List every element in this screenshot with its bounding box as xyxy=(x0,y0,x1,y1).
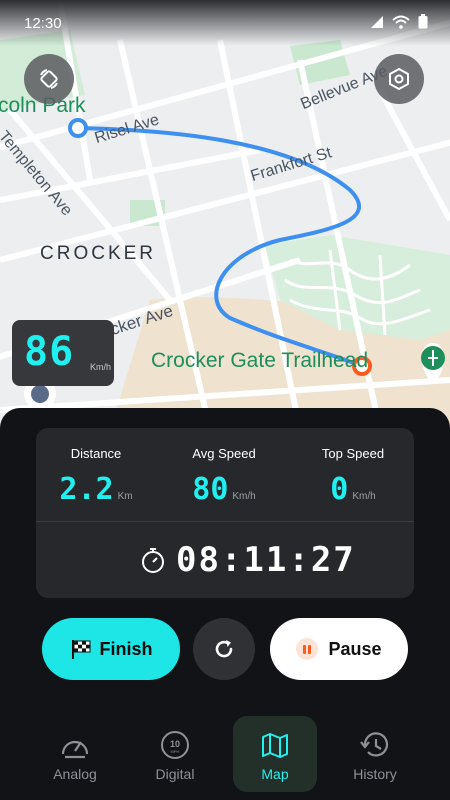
route-start-marker xyxy=(68,118,88,138)
svg-text:MPH: MPH xyxy=(171,749,180,754)
bottom-navigation: Analog 10 MPH Digital Map History xyxy=(0,712,450,800)
nav-item-analog[interactable]: Analog xyxy=(33,716,117,792)
stats-divider xyxy=(36,521,414,522)
nav-item-digital[interactable]: 10 MPH Digital xyxy=(133,716,217,792)
reset-button[interactable] xyxy=(193,618,255,680)
map-layers-button[interactable] xyxy=(374,54,424,104)
finish-button[interactable]: Finish xyxy=(42,618,180,680)
digital-speed-icon: 10 MPH xyxy=(161,731,189,759)
nav-item-map[interactable]: Map xyxy=(233,716,317,792)
nav-label-map: Map xyxy=(261,766,289,782)
stat-distance-value: 2.2 xyxy=(59,472,114,507)
finish-label: Finish xyxy=(99,638,153,659)
map-icon xyxy=(262,733,288,758)
battery-icon xyxy=(418,14,428,29)
nav-label-digital: Digital xyxy=(155,766,195,782)
rotate-icon xyxy=(40,69,58,89)
signal-icon xyxy=(371,15,383,28)
stat-distance-unit: Km xyxy=(117,491,133,502)
wifi-icon xyxy=(392,15,410,29)
stat-top-speed-value: 0 xyxy=(330,472,349,507)
pause-icon xyxy=(296,638,319,660)
map-label-trailhead: Crocker Gate Trailhead xyxy=(151,349,369,372)
stat-distance-label: Distance xyxy=(70,446,122,461)
status-time: 12:30 xyxy=(24,15,62,32)
checkered-flag-icon xyxy=(71,640,90,659)
nav-item-history[interactable]: History xyxy=(333,716,417,792)
stat-top-speed-label: Top Speed xyxy=(321,446,385,461)
history-icon xyxy=(360,732,389,757)
elapsed-time-value: 08:11:27 xyxy=(176,540,356,580)
hexagon-settings-icon xyxy=(389,67,409,91)
current-speed-unit: Km/h xyxy=(90,362,112,372)
nav-label-history: History xyxy=(353,766,397,782)
svg-text:10: 10 xyxy=(170,739,180,749)
elapsed-timer: 08:11:27 xyxy=(140,540,356,580)
my-location-dot xyxy=(31,385,49,403)
speedometer-widget: 86 Km/h xyxy=(12,320,114,386)
status-bar: 12:30 xyxy=(0,0,450,46)
status-icons xyxy=(370,14,428,29)
pause-button[interactable]: Pause xyxy=(270,618,408,680)
rotate-map-button[interactable] xyxy=(24,54,74,104)
stat-avg-speed-unit: Km/h xyxy=(232,491,256,502)
pause-label: Pause xyxy=(328,638,382,659)
stat-avg-speed-value: 80 xyxy=(192,472,229,507)
gauge-icon xyxy=(61,740,89,759)
stat-avg-speed-label: Avg Speed xyxy=(192,446,256,461)
nav-label-analog: Analog xyxy=(53,766,97,782)
stopwatch-icon xyxy=(142,548,164,573)
stat-top-speed-unit: Km/h xyxy=(352,491,376,502)
map-label-crocker: CROCKER xyxy=(40,243,157,264)
refresh-icon xyxy=(215,640,233,658)
current-speed-value: 86 xyxy=(24,329,75,375)
